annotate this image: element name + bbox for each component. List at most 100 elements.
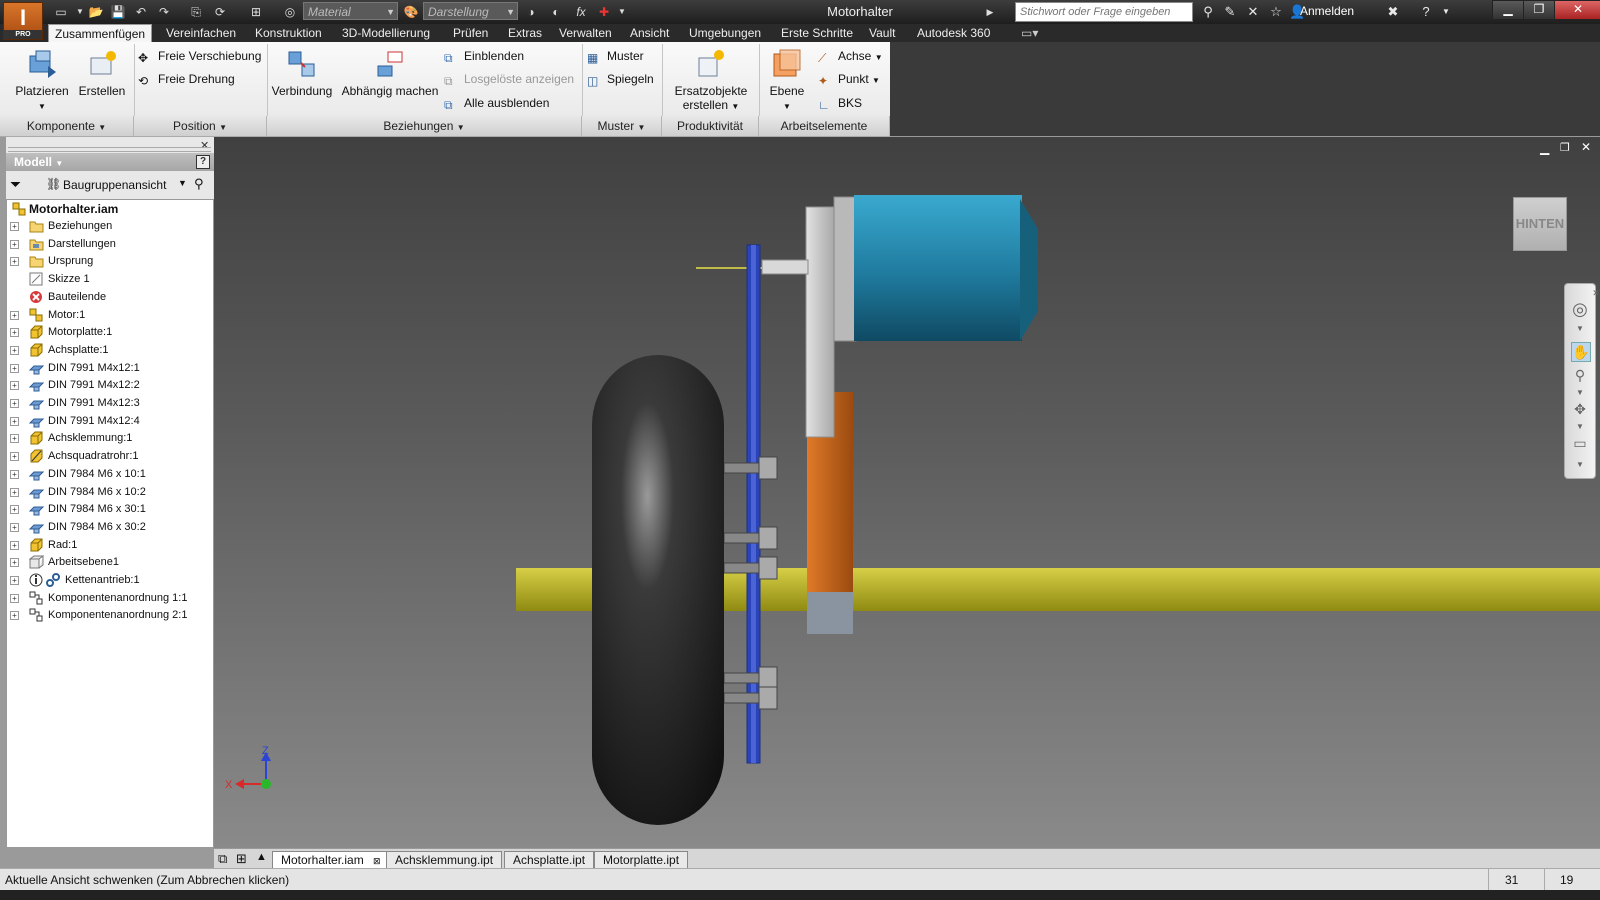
expand-icon[interactable]: + <box>10 222 19 231</box>
undo-icon[interactable]: ↶ <box>133 4 149 20</box>
expand-icon[interactable]: + <box>10 416 19 426</box>
subscription-icon[interactable]: ✎ <box>1222 4 1238 20</box>
expand-icon[interactable]: + <box>10 611 19 621</box>
expand-icon[interactable]: + <box>10 522 19 532</box>
exchange-icon[interactable]: ✕ <box>1245 4 1261 20</box>
customize-dropdown-icon[interactable]: ▼ <box>1571 456 1589 474</box>
expand-icon[interactable]: + <box>10 434 19 444</box>
expand-search-icon[interactable]: ▶ <box>982 4 998 20</box>
spiegeln-button[interactable]: ◫ Spiegeln <box>587 72 654 88</box>
help-dropdown-icon[interactable]: ▼ <box>1438 4 1454 20</box>
expand-icon[interactable]: + <box>10 593 19 603</box>
expand-icon[interactable]: + <box>10 576 19 585</box>
application-menu-button[interactable]: I PRO <box>3 2 43 40</box>
ersatzobjekte-erstellen-button[interactable]: Ersatzobjekte erstellen ▼ <box>666 48 756 112</box>
tab-extras[interactable]: Extras <box>502 24 548 42</box>
expand-icon[interactable]: + <box>10 558 19 568</box>
close-icon[interactable]: ⊠ <box>373 856 381 866</box>
viewcube[interactable]: HINTEN <box>1513 197 1567 251</box>
filter-icon[interactable]: ⏷ <box>10 176 21 193</box>
tab-vereinfachen[interactable]: Vereinfachen <box>160 24 242 42</box>
material-combo[interactable]: Material ▼ <box>303 2 398 20</box>
parameters-icon[interactable]: fx <box>573 4 589 20</box>
verbindung-button[interactable]: Verbindung <box>270 48 334 98</box>
steering-wheel-icon[interactable]: ◎ <box>1571 300 1589 318</box>
search-input[interactable] <box>1015 2 1193 22</box>
tab-zusammenfuegen[interactable]: Zusammenfügen <box>48 24 153 43</box>
tab-autodesk-360[interactable]: Autodesk 360 <box>911 24 996 42</box>
binoculars-icon[interactable]: ⚲ <box>1200 4 1216 20</box>
panel-muster-title[interactable]: Muster ▼ <box>582 116 662 136</box>
adjust-appearance-icon[interactable]: ◑ <box>523 4 539 20</box>
bks-button[interactable]: ∟ BKS <box>818 96 862 112</box>
muster-button[interactable]: ▦ Muster <box>587 49 644 65</box>
binoculars-icon[interactable]: ⚲ <box>194 176 204 192</box>
pan-icon[interactable]: ✋ <box>1571 342 1591 362</box>
save-icon[interactable]: 💾 <box>110 4 126 20</box>
zoom-icon[interactable]: ⚲ <box>1571 366 1589 384</box>
ebene-button[interactable]: Ebene ▼ <box>764 48 810 112</box>
expand-icon[interactable]: + <box>10 399 19 408</box>
expand-icon[interactable]: + <box>10 505 19 515</box>
chevron-down-icon[interactable]: ▼ <box>178 178 187 188</box>
panel-position-title[interactable]: Position ▼ <box>134 116 267 136</box>
expand-icon[interactable]: + <box>10 469 19 479</box>
tab-3d-modellierung[interactable]: 3D-Modellierung <box>336 24 436 42</box>
chevron-down-icon[interactable]: ▼ <box>1571 320 1589 338</box>
look-at-icon[interactable]: ▭ <box>1571 434 1589 452</box>
close-button[interactable]: ✕ <box>1554 0 1600 20</box>
doc-tab-achsplatte[interactable]: Achsplatte.ipt <box>504 851 595 869</box>
graphics-viewport[interactable]: Z X <box>214 137 1600 848</box>
expand-icon[interactable]: + <box>10 381 19 391</box>
customize-dropdown-icon[interactable]: ▼ <box>614 4 630 20</box>
tile-icon[interactable]: ⊞ <box>236 851 247 867</box>
doc-tab-motorplatte[interactable]: Motorplatte.ipt <box>594 851 689 869</box>
select-filter-icon[interactable]: ⊞ <box>248 4 264 20</box>
cascade-icon[interactable]: ⧉ <box>218 851 227 867</box>
viewport-close-icon[interactable]: ✕ <box>1581 140 1591 154</box>
help-icon[interactable]: ? <box>1418 4 1434 20</box>
abhaengig-machen-button[interactable]: Abhängig machen <box>338 48 442 98</box>
doc-tab-motorhalter[interactable]: Motorhalter.iam ⊠ <box>272 851 390 869</box>
expand-icon[interactable]: + <box>10 363 19 373</box>
expand-icon[interactable]: + <box>10 487 19 497</box>
maximize-button[interactable]: ❐ <box>1523 0 1555 20</box>
open-icon[interactable]: 📂 <box>88 4 104 20</box>
tab-konstruktion[interactable]: Konstruktion <box>249 24 328 42</box>
expand-icon[interactable]: + <box>10 257 19 267</box>
tab-vault[interactable]: Vault <box>863 24 901 42</box>
einblenden-button[interactable]: ⧉ Einblenden <box>444 49 524 65</box>
panel-komponente-title[interactable]: Komponente ▼ <box>0 116 134 136</box>
help-icon[interactable]: ? <box>196 155 210 169</box>
browser-grip[interactable] <box>8 147 211 152</box>
expand-icon[interactable]: + <box>10 239 19 249</box>
erstellen-button[interactable]: Erstellen <box>76 48 128 98</box>
achse-button[interactable]: ⟋ Achse ▼ <box>818 49 883 65</box>
freie-verschiebung-button[interactable]: ✥ Freie Verschiebung <box>138 49 261 65</box>
expand-icon[interactable]: + <box>10 310 19 320</box>
browser-view-select[interactable]: Baugruppenansicht <box>63 178 166 192</box>
update-icon[interactable]: ⟳ <box>212 4 228 20</box>
tab-verwalten[interactable]: Verwalten <box>553 24 618 42</box>
close-x-icon[interactable]: ✖ <box>1385 4 1401 20</box>
measure-icon[interactable]: ✚ <box>596 4 612 20</box>
ribbon-options-icon[interactable]: ▭▾ <box>1015 24 1044 42</box>
document-list-icon[interactable]: ▲ <box>256 851 267 863</box>
punkt-button[interactable]: ✦ Punkt ▼ <box>818 72 880 88</box>
panel-beziehungen-title[interactable]: Beziehungen ▼ <box>267 116 582 136</box>
expand-icon[interactable]: + <box>10 345 19 355</box>
doc-tab-achsklemmung[interactable]: Achsklemmung.ipt <box>386 851 503 869</box>
expand-icon[interactable]: + <box>10 452 19 462</box>
tab-umgebungen[interactable]: Umgebungen <box>683 24 767 42</box>
favorites-icon[interactable]: ☆ <box>1268 4 1284 20</box>
losgeloeste-anzeigen-button[interactable]: ⧉ Losgelöste anzeigen <box>444 72 574 88</box>
viewport-minimize-icon[interactable]: ▁ <box>1540 141 1549 155</box>
expand-icon[interactable]: + <box>10 540 19 550</box>
expand-icon[interactable]: + <box>10 328 19 338</box>
platzieren-button[interactable]: Platzieren ▼ <box>12 48 72 112</box>
appearance-combo[interactable]: Darstellung ▼ <box>423 2 518 20</box>
clear-appearance-icon[interactable]: ◐ <box>548 4 564 20</box>
browser-header[interactable]: Modell ▼ ? <box>6 153 214 171</box>
new-file-icon[interactable]: ▭ <box>53 4 69 20</box>
color-wheel-icon[interactable]: ◎ <box>282 4 298 20</box>
